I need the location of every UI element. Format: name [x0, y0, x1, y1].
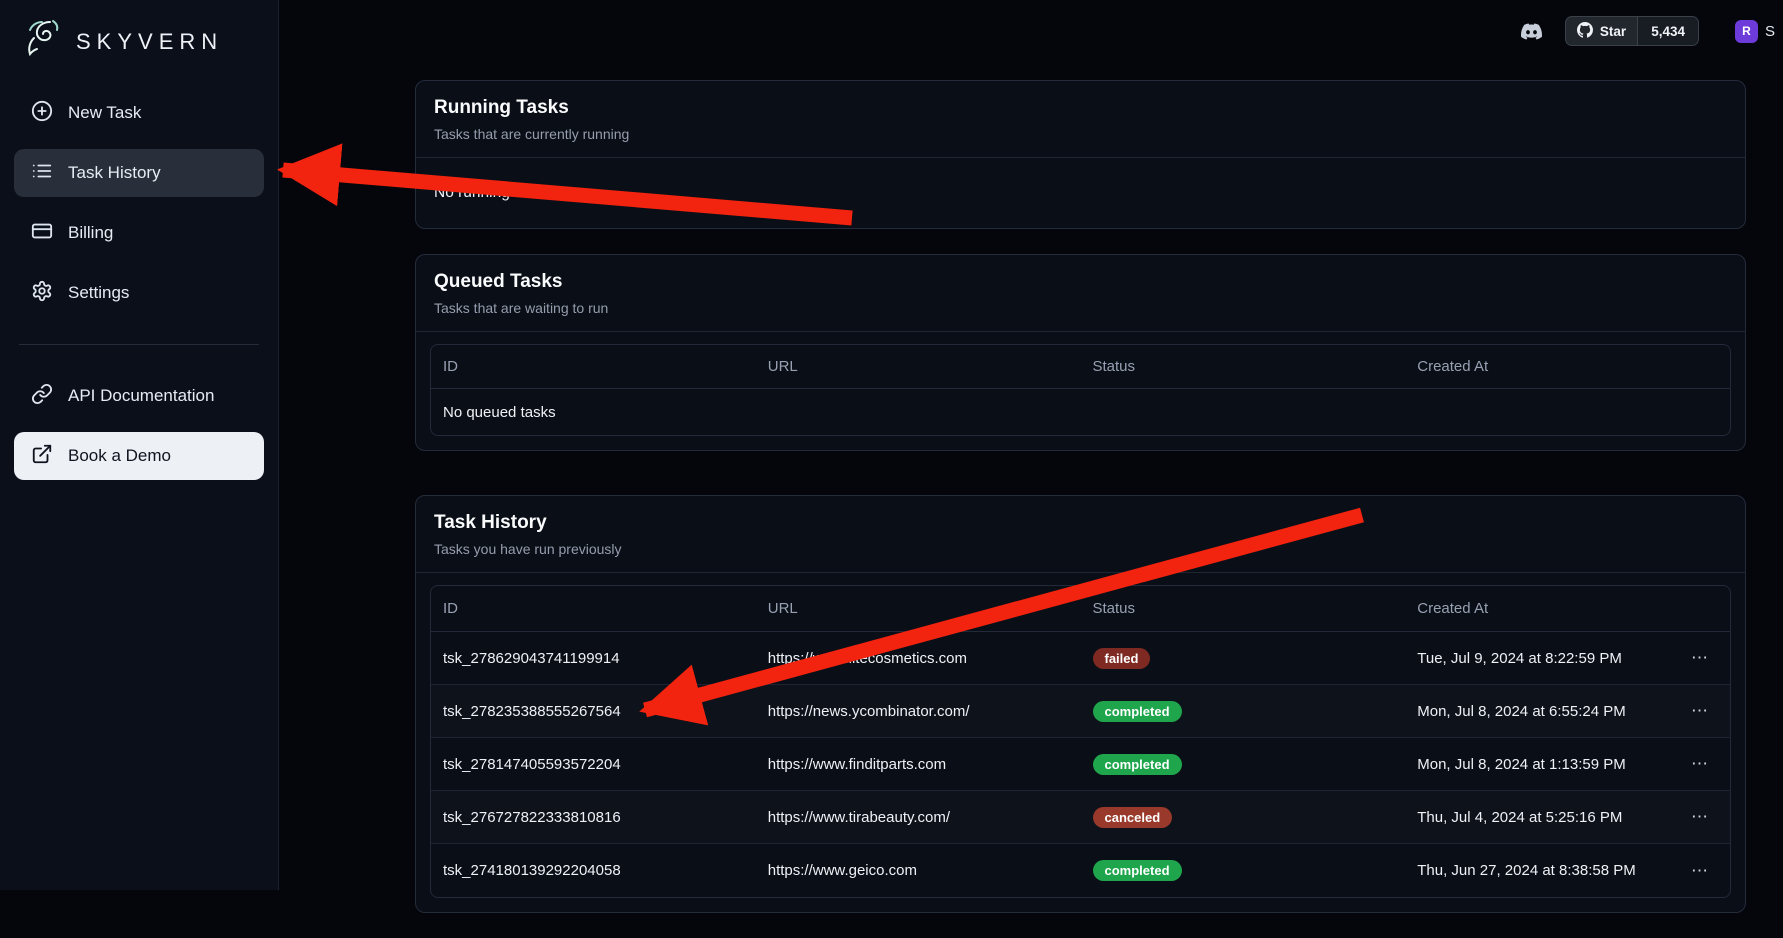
brand-name: SKYVERN — [76, 29, 223, 55]
sidebar-item-api-documentation[interactable]: API Documentation — [14, 372, 264, 420]
running-tasks-card: Running Tasks Tasks that are currently r… — [415, 80, 1746, 229]
status-badge: completed — [1093, 754, 1182, 775]
queued-tasks-header: Queued Tasks Tasks that are waiting to r… — [416, 255, 1745, 332]
task-id: tsk_278147405593572204 — [431, 756, 756, 773]
card-subtitle: Tasks that are waiting to run — [434, 300, 1727, 316]
brand-header: SKYVERN — [14, 16, 264, 67]
card-subtitle: Tasks that are currently running — [434, 126, 1727, 142]
external-link-icon — [31, 443, 53, 470]
status-badge: completed — [1093, 701, 1182, 722]
column-header-url: URL — [756, 358, 1081, 375]
row-actions-button[interactable]: ⋯ — [1683, 859, 1718, 883]
column-header-created-at: Created At — [1405, 600, 1730, 617]
task-url: https://news.ycombinator.com/ — [756, 703, 1081, 720]
row-actions-button[interactable]: ⋯ — [1683, 699, 1718, 723]
task-created-at: Thu, Jun 27, 2024 at 8:38:58 PM — [1417, 862, 1635, 879]
running-tasks-header: Running Tasks Tasks that are currently r… — [416, 81, 1745, 158]
sidebar-divider — [19, 344, 259, 345]
row-actions-button[interactable]: ⋯ — [1683, 805, 1718, 829]
task-created-at: Mon, Jul 8, 2024 at 1:13:59 PM — [1417, 756, 1625, 773]
task-url: https://www.litecosmetics.com — [756, 650, 1081, 667]
column-header-status: Status — [1081, 600, 1406, 617]
column-header-status: Status — [1081, 358, 1406, 375]
running-tasks-empty-message: No running tasks — [416, 158, 1745, 228]
task-history-card: Task History Tasks you have run previous… — [415, 495, 1746, 913]
task-id: tsk_274180139292204058 — [431, 862, 756, 879]
sidebar-item-label: New Task — [68, 103, 141, 123]
column-header-url: URL — [756, 600, 1081, 617]
discord-icon[interactable] — [1518, 21, 1545, 42]
table-header-row: ID URL Status Created At — [431, 586, 1730, 632]
table-row[interactable]: tsk_278235388555267564 https://news.ycom… — [431, 685, 1730, 738]
sidebar-item-book-a-demo[interactable]: Book a Demo — [14, 432, 264, 480]
table-row[interactable]: tsk_276727822333810816 https://www.tirab… — [431, 791, 1730, 844]
table-row[interactable]: tsk_278147405593572204 https://www.findi… — [431, 738, 1730, 791]
queued-tasks-empty-message: No queued tasks — [431, 389, 1730, 435]
sidebar-item-label: Billing — [68, 223, 113, 243]
card-title: Running Tasks — [434, 97, 1727, 119]
topbar: Star 5,434 R S — [279, 0, 1783, 62]
sidebar-item-label: Settings — [68, 283, 129, 303]
list-icon — [31, 160, 53, 187]
card-title: Task History — [434, 512, 1727, 534]
plus-circle-icon — [31, 100, 53, 127]
gear-icon — [31, 280, 53, 307]
credit-card-icon — [31, 220, 53, 247]
card-subtitle: Tasks you have run previously — [434, 541, 1727, 557]
task-history-header: Task History Tasks you have run previous… — [416, 496, 1745, 573]
sidebar-item-label: API Documentation — [68, 386, 214, 406]
row-actions-button[interactable]: ⋯ — [1683, 752, 1718, 776]
status-badge: completed — [1093, 860, 1182, 881]
task-history-table: ID URL Status Created At tsk_27862904374… — [430, 585, 1731, 898]
sidebar-item-label: Task History — [68, 163, 161, 183]
column-header-id: ID — [431, 358, 756, 375]
sidebar-item-billing[interactable]: Billing — [14, 209, 264, 257]
sidebar-item-new-task[interactable]: New Task — [14, 89, 264, 137]
task-id: tsk_276727822333810816 — [431, 809, 756, 826]
github-icon — [1577, 22, 1593, 41]
sidebar-item-task-history[interactable]: Task History — [14, 149, 264, 197]
link-icon — [31, 383, 53, 410]
sidebar-nav: New Task Task History Billing — [14, 89, 264, 480]
row-actions-button[interactable]: ⋯ — [1683, 646, 1718, 670]
main-content: Running Tasks Tasks that are currently r… — [415, 80, 1746, 938]
table-row[interactable]: tsk_278629043741199914 https://www.litec… — [431, 632, 1730, 685]
task-id: tsk_278629043741199914 — [431, 650, 756, 667]
github-star-button[interactable]: Star 5,434 — [1565, 16, 1699, 46]
table-header-row: ID URL Status Created At — [431, 345, 1730, 389]
queued-tasks-card: Queued Tasks Tasks that are waiting to r… — [415, 254, 1746, 451]
column-header-id: ID — [431, 600, 756, 617]
task-created-at: Thu, Jul 4, 2024 at 5:25:16 PM — [1417, 809, 1622, 826]
status-badge: canceled — [1093, 807, 1173, 828]
skyvern-logo-icon — [20, 18, 66, 65]
card-title: Queued Tasks — [434, 271, 1727, 293]
task-url: https://www.geico.com — [756, 862, 1081, 879]
column-header-created-at: Created At — [1405, 358, 1730, 375]
user-name-fragment: S — [1765, 23, 1775, 40]
status-badge: failed — [1093, 648, 1151, 669]
task-id: tsk_278235388555267564 — [431, 703, 756, 720]
task-created-at: Tue, Jul 9, 2024 at 8:22:59 PM — [1417, 650, 1622, 667]
table-row[interactable]: tsk_274180139292204058 https://www.geico… — [431, 844, 1730, 897]
github-star-label: Star — [1600, 24, 1626, 39]
sidebar: SKYVERN New Task Task History — [0, 0, 279, 890]
sidebar-item-label: Book a Demo — [68, 446, 171, 466]
task-url: https://www.finditparts.com — [756, 756, 1081, 773]
sidebar-item-settings[interactable]: Settings — [14, 269, 264, 317]
task-created-at: Mon, Jul 8, 2024 at 6:55:24 PM — [1417, 703, 1625, 720]
task-url: https://www.tirabeauty.com/ — [756, 809, 1081, 826]
queued-tasks-table: ID URL Status Created At No queued tasks — [430, 344, 1731, 436]
avatar[interactable]: R — [1735, 20, 1758, 43]
github-star-count: 5,434 — [1637, 17, 1698, 45]
